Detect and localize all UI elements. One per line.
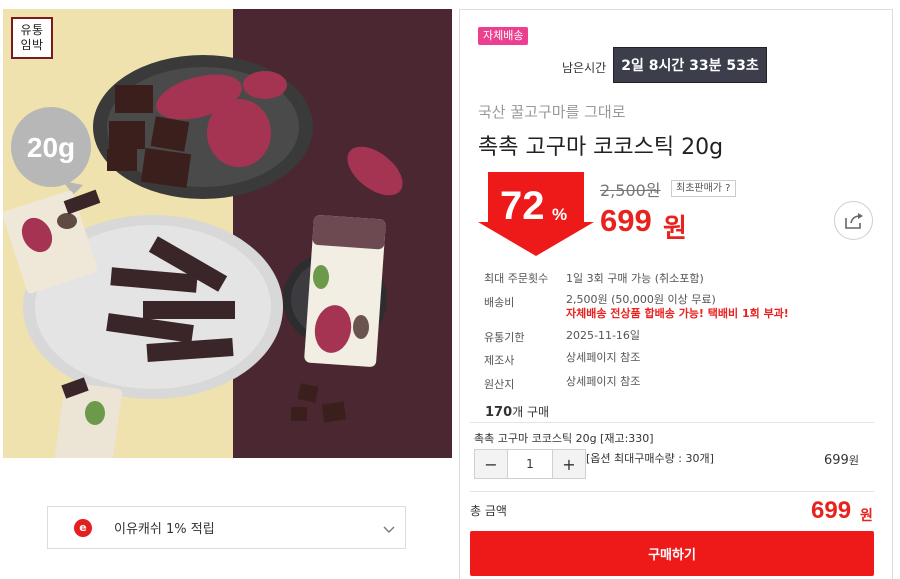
info-label-expiry: 유통기한 [484,331,525,344]
share-button[interactable] [834,201,873,240]
info-value-max-order: 1일 3회 구매 가능 (취소포함) [566,272,704,285]
product-subtitle: 국산 꿀고구마를 그대로 [478,103,626,121]
total-label: 총 금액 [470,504,507,518]
product-title: 촉촉 고구마 코코스틱 20g [478,135,724,160]
max-quantity-note: [옵션 최대구매수량 : 30개] [586,452,714,465]
remaining-time-label: 남은시간 [562,61,607,75]
purchase-count-number: 170 [485,405,513,420]
option-name: 촉촉 고구마 코코스틱 20g [재고:330] [474,432,654,445]
quantity-input[interactable]: 1 [507,450,553,478]
info-label-shipping: 배송비 [484,296,515,309]
e-cash-icon: e [74,518,92,537]
info-label-max-order: 최대 주문횟수 [484,272,549,285]
discount-rate: 72 [500,184,545,228]
original-price: 2,500원 [600,181,661,200]
info-value-origin: 상세페이지 참조 [566,375,641,388]
increase-quantity-button[interactable]: + [553,450,585,478]
info-value-expiry: 2025-11-16일 [566,329,641,342]
total-price: 699 [811,497,852,524]
first-sale-price-tag[interactable]: 최초판매가 ? [671,180,736,197]
option-price-unit: 원 [848,454,859,467]
eyou-cash-text: 이유캐쉬 1% 적립 [114,522,215,537]
option-price-value: 699 [824,453,849,468]
sale-price-unit: 원 [663,214,687,244]
discount-unit: % [552,205,568,224]
sale-price: 699 [600,203,652,238]
chevron-down-icon [383,526,395,533]
badge-line2: 임박 [20,38,44,52]
weight-label: 20g [27,132,75,163]
decrease-quantity-button[interactable]: − [475,450,507,478]
info-label-manufacturer: 제조사 [484,354,515,367]
badge-line1: 유통 [20,23,44,37]
countdown-timer: 2일 8시간 33분 53초 [613,47,767,83]
buy-button[interactable]: 구매하기 [470,531,874,576]
info-label-origin: 원산지 [484,378,515,391]
purchase-count-suffix: 개 구매 [512,405,550,419]
purchase-count: 170개 구매 [485,403,549,420]
self-shipping-tag: 자체배송 [478,27,529,45]
share-icon [844,212,863,229]
quantity-stepper: − 1 + [474,449,586,479]
info-value-manufacturer: 상세페이지 참조 [566,351,641,364]
eyou-cash-dropdown[interactable]: e 이유캐쉬 1% 적립 [47,506,406,549]
total-price-unit: 원 [860,508,873,524]
expiry-imminent-badge: 유통 임박 [11,17,53,59]
option-price: 699원 [824,452,859,468]
product-image: 20g 유통 임박 [3,9,452,458]
info-shipping-notice: 자체배송 전상품 합배송 가능! 택배비 1회 부과! [566,307,789,320]
